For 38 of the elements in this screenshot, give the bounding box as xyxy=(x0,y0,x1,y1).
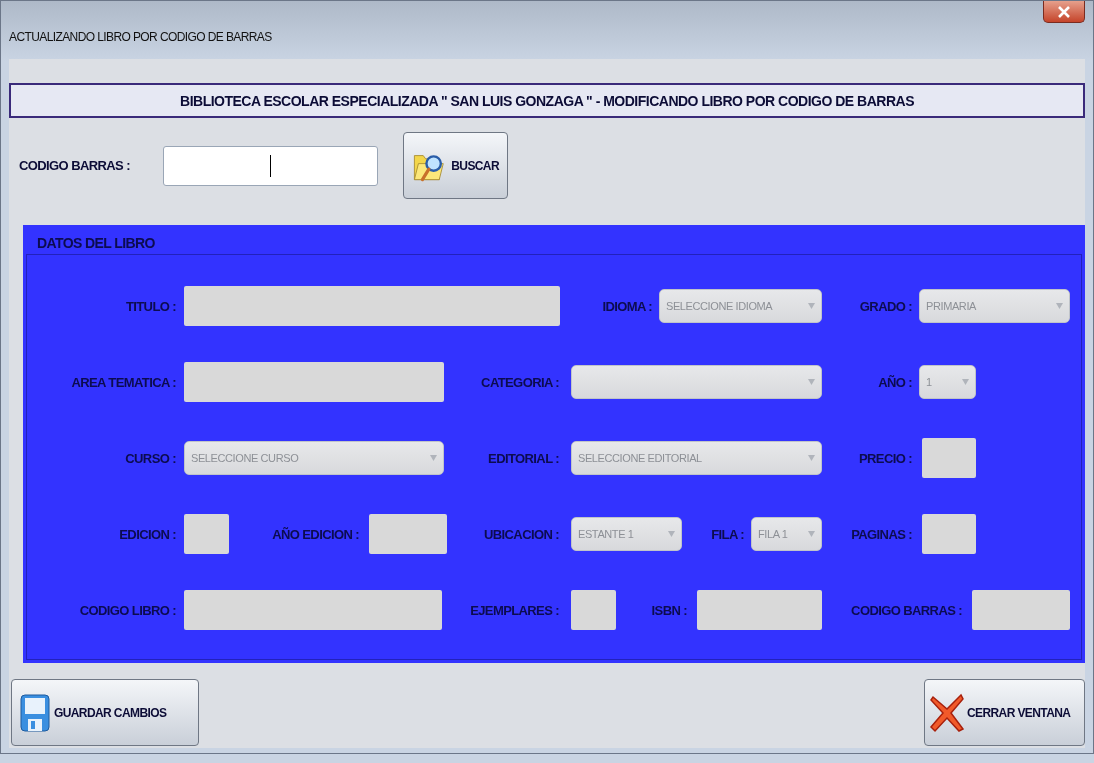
dropdown-arrow-icon xyxy=(430,455,437,461)
header-banner: BIBLIOTECA ESCOLAR ESPECIALIZADA " SAN LUIS GONZAGA " - MODIFICANDO LIBRO POR CODIGO DE BARRAS xyxy=(9,83,1085,118)
field-label: AREA TEMATICA : xyxy=(70,374,176,390)
field-label: CODIGO LIBRO : xyxy=(78,602,176,618)
field-label: CODIGO BARRAS : xyxy=(850,602,962,618)
dropdown-arrow-icon xyxy=(808,455,815,461)
dropdown-arrow-icon xyxy=(668,531,675,537)
field-label: CURSO : xyxy=(124,450,176,466)
field-label: PRECIO : xyxy=(858,450,912,466)
field-label: UBICACION : xyxy=(483,526,559,542)
field-label: IDIOMA : xyxy=(601,298,652,314)
field-label: EJEMPLARES : xyxy=(469,602,559,618)
dropdown-arrow-icon xyxy=(808,303,815,309)
dropdown-arrow-icon xyxy=(808,379,815,385)
field-label: EDICION : xyxy=(118,526,176,542)
dropdown-arrow-icon xyxy=(962,379,969,385)
field-label: PAGINAS : xyxy=(850,526,912,542)
barcode-input-field[interactable] xyxy=(163,145,378,186)
field-label: AÑO EDICION : xyxy=(271,526,359,542)
field-label: ISBN : xyxy=(650,602,687,618)
field-label: AÑO : xyxy=(877,374,912,390)
field-label: FILA : xyxy=(710,526,744,542)
close-button[interactable] xyxy=(1043,1,1085,23)
field-label: CATEGORIA : xyxy=(480,374,559,390)
text-cursor xyxy=(270,154,271,177)
field-label: CODIGO BARRAS : xyxy=(19,158,131,173)
close-window-button[interactable]: CERRAR VENTANA xyxy=(924,679,1085,746)
section-title: DATOS DEL LIBRO xyxy=(23,225,1085,251)
dropdown-arrow-icon xyxy=(808,531,815,537)
window-title: ACTUALIZANDO LIBRO POR CODIGO DE BARRAS xyxy=(9,30,272,44)
close-icon xyxy=(1057,5,1071,18)
save-button[interactable]: GUARDAR CAMBIOS xyxy=(11,679,199,746)
field-label: GRADO : xyxy=(858,298,912,314)
dropdown-arrow-icon xyxy=(1056,303,1063,309)
field-label: TITULO : xyxy=(124,298,176,314)
field-label: EDITORIAL : xyxy=(487,450,559,466)
cross-icon xyxy=(929,692,965,733)
search-button[interactable]: BUSCAR xyxy=(403,132,508,199)
